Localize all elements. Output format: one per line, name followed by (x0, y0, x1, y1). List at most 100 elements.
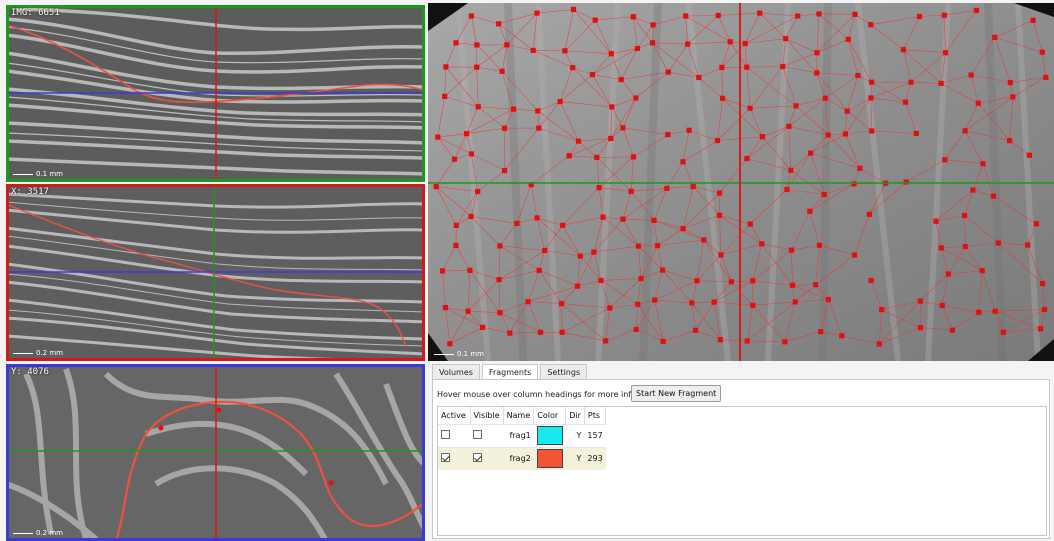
mesh-point[interactable] (868, 95, 874, 101)
mesh-point[interactable] (468, 213, 474, 219)
mesh-point[interactable] (970, 187, 976, 193)
mesh-point[interactable] (900, 47, 906, 53)
mesh-point[interactable] (714, 138, 721, 144)
mesh-point[interactable] (992, 34, 998, 40)
mesh-point[interactable] (976, 309, 982, 315)
mesh-point[interactable] (635, 301, 641, 307)
mesh-point[interactable] (720, 95, 726, 101)
mesh-point[interactable] (825, 132, 831, 138)
mesh-point[interactable] (535, 108, 541, 114)
mesh-point[interactable] (686, 127, 692, 133)
mesh-point[interactable] (562, 48, 568, 54)
mesh-point[interactable] (442, 305, 448, 311)
mesh-point[interactable] (717, 337, 723, 343)
slice-view-top[interactable]: IMG: 6651 0.1 mm (6, 5, 425, 182)
mesh-point[interactable] (868, 22, 874, 28)
mesh-point[interactable] (1026, 152, 1032, 158)
mesh-point[interactable] (559, 301, 565, 307)
mesh-point[interactable] (902, 99, 909, 105)
slice-view-middle[interactable]: X: 3517 0.2 mm (6, 184, 425, 361)
mesh-point[interactable] (652, 297, 658, 303)
mesh-point[interactable] (718, 252, 724, 258)
mesh-point[interactable] (793, 103, 799, 109)
mesh-point[interactable] (475, 188, 481, 195)
mesh-point[interactable] (696, 74, 702, 81)
mesh-point[interactable] (651, 217, 657, 223)
mesh-point[interactable] (660, 267, 666, 273)
mesh-point[interactable] (480, 324, 486, 330)
mesh-point[interactable] (453, 242, 459, 249)
mesh-point[interactable] (534, 10, 540, 16)
mesh-point[interactable] (467, 267, 473, 273)
mesh-point[interactable] (822, 95, 828, 101)
mesh-point[interactable] (744, 155, 750, 162)
mesh-point[interactable] (750, 278, 756, 284)
mesh-point[interactable] (1040, 280, 1046, 287)
mesh-point[interactable] (510, 106, 517, 112)
mesh-point[interactable] (1038, 326, 1044, 332)
mesh-point[interactable] (1000, 329, 1006, 335)
mesh-point[interactable] (502, 125, 508, 131)
mesh-point[interactable] (504, 42, 510, 48)
mesh-point[interactable] (1010, 94, 1016, 100)
mesh-point[interactable] (711, 299, 717, 305)
mesh-point[interactable] (818, 329, 824, 335)
mesh-point[interactable] (608, 135, 614, 141)
mesh-point[interactable] (851, 252, 858, 258)
header-name[interactable]: Name (503, 407, 535, 424)
mesh-point[interactable] (542, 247, 548, 254)
mesh-point[interactable] (475, 104, 481, 110)
mesh-point[interactable] (825, 296, 831, 303)
mesh-point[interactable] (609, 104, 615, 110)
mesh-point[interactable] (962, 243, 968, 250)
mesh-point[interactable] (717, 190, 723, 196)
active-checkbox[interactable] (441, 430, 450, 439)
mesh-point[interactable] (716, 212, 723, 218)
mesh-point[interactable] (784, 186, 790, 193)
mesh-point[interactable] (525, 299, 531, 305)
mesh-point[interactable] (497, 243, 503, 249)
mesh-point[interactable] (866, 211, 872, 217)
mesh-point[interactable] (949, 327, 955, 333)
mesh-point[interactable] (507, 330, 513, 336)
mesh-point[interactable] (913, 130, 919, 137)
mesh-point[interactable] (496, 277, 502, 283)
mesh-point[interactable] (715, 12, 721, 19)
mesh-point[interactable] (814, 50, 820, 56)
mesh-point[interactable] (933, 218, 939, 224)
mesh-point[interactable] (442, 93, 448, 99)
mesh-point[interactable] (628, 188, 634, 194)
mesh-point[interactable] (842, 131, 848, 137)
mesh-point[interactable] (560, 222, 566, 228)
mesh-point[interactable] (759, 134, 765, 140)
mesh-point[interactable] (468, 13, 474, 19)
mesh-point[interactable] (635, 243, 642, 249)
mesh-point[interactable] (630, 14, 636, 20)
mesh-point[interactable] (468, 151, 474, 157)
mesh-point[interactable] (783, 36, 789, 42)
mesh-point[interactable] (620, 125, 626, 131)
mesh-point[interactable] (816, 11, 822, 17)
mesh-point[interactable] (664, 185, 670, 191)
mesh-point[interactable] (795, 13, 801, 19)
mesh-point[interactable] (780, 63, 786, 70)
mesh-point[interactable] (744, 338, 750, 344)
mesh-point[interactable] (690, 183, 696, 190)
mesh-point[interactable] (474, 42, 480, 48)
mesh-point[interactable] (680, 226, 686, 232)
mesh-point[interactable] (759, 241, 765, 247)
mesh-point[interactable] (566, 153, 572, 159)
mesh-point[interactable] (502, 168, 508, 174)
mesh-point[interactable] (945, 271, 951, 277)
mesh-point[interactable] (942, 157, 948, 163)
mesh-point[interactable] (852, 11, 858, 17)
mesh-point[interactable] (435, 134, 441, 140)
mesh-point[interactable] (680, 159, 686, 165)
mesh-point[interactable] (530, 47, 536, 53)
tab-volumes[interactable]: Volumes (432, 364, 480, 380)
table-row[interactable]: frag1 Y 157 (438, 423, 606, 447)
mesh-point[interactable] (570, 65, 576, 71)
mesh-point[interactable] (1025, 242, 1031, 248)
mesh-point[interactable] (973, 7, 979, 13)
mesh-point[interactable] (814, 70, 820, 76)
